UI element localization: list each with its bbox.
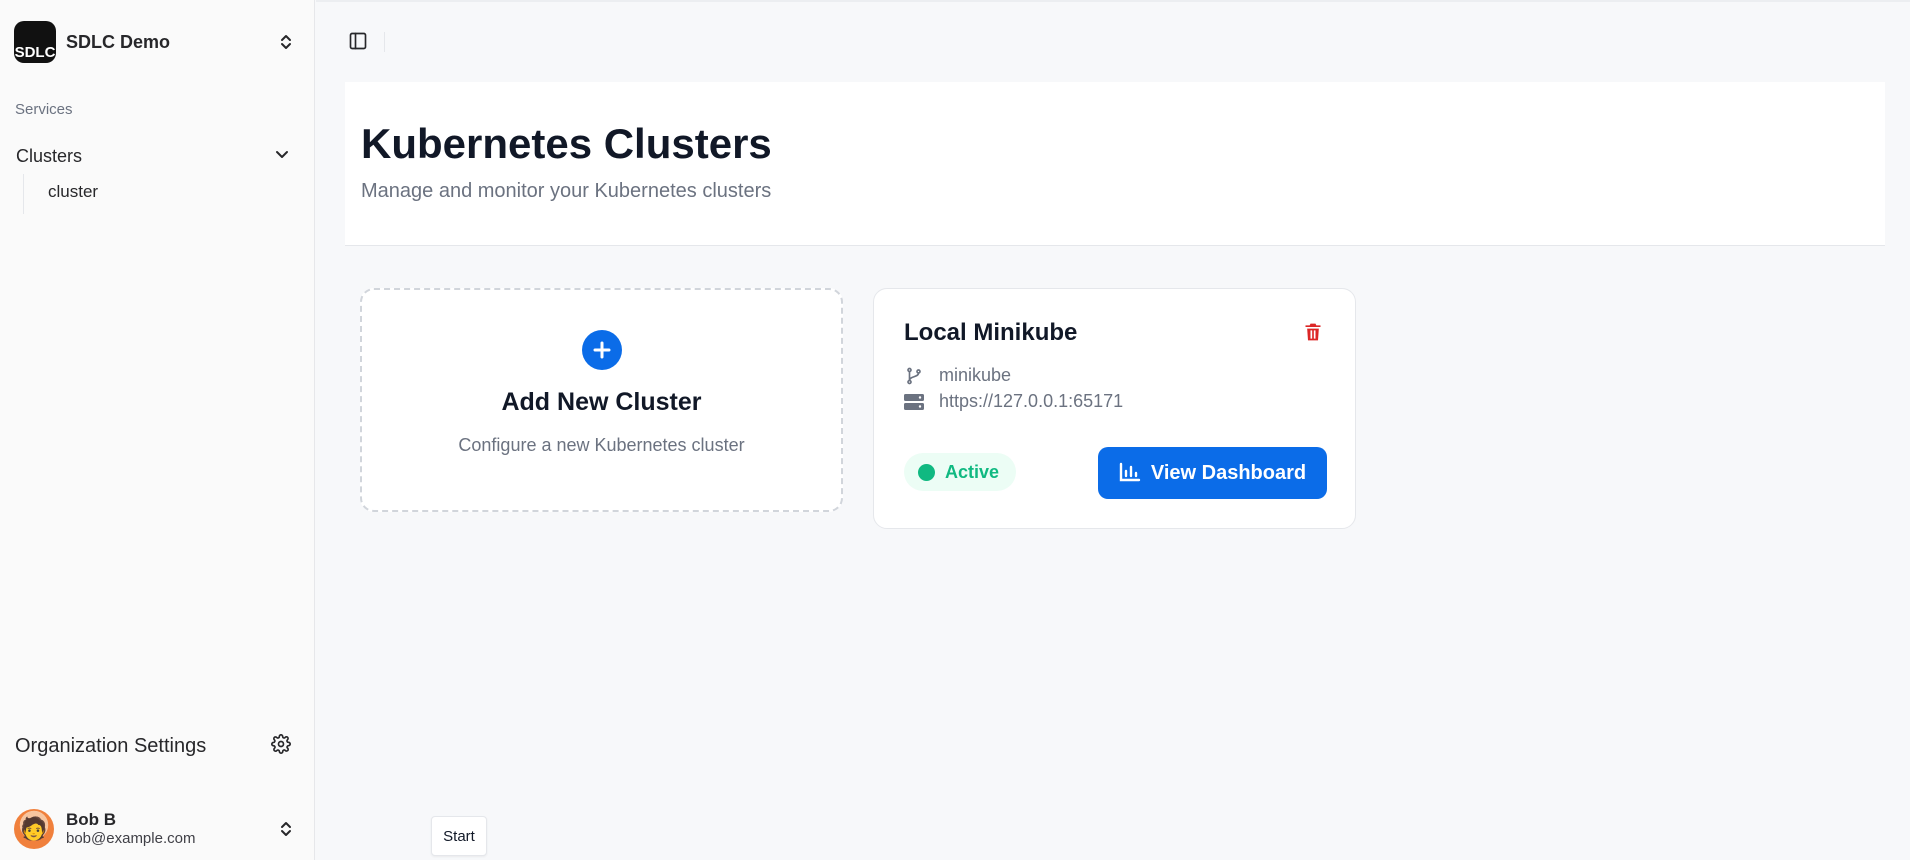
organization-settings-label: Organization Settings: [15, 734, 207, 757]
cluster-name: Local Minikube: [904, 319, 1078, 346]
bar-chart-icon: [1119, 462, 1141, 485]
chevron-down-icon: [274, 146, 290, 167]
cluster-server-row: https://127.0.0.1:65171: [904, 391, 1123, 412]
plus-circle-icon: [581, 330, 622, 370]
panel-left-icon: [348, 31, 368, 56]
avatar: 🧑: [14, 809, 54, 849]
page-subtitle: Manage and monitor your Kubernetes clust…: [361, 180, 772, 202]
user-menu[interactable]: 🧑 Bob B bob@example.com: [14, 808, 298, 850]
sidebar: SDLC SDLC Demo Services Clusters cluster…: [0, 0, 315, 860]
add-cluster-card[interactable]: Add New Cluster Configure a new Kubernet…: [360, 288, 843, 512]
org-switcher[interactable]: SDLC SDLC Demo: [14, 20, 298, 64]
cluster-server: https://127.0.0.1:65171: [939, 391, 1124, 411]
user-email: bob@example.com: [66, 830, 196, 848]
cluster-context: minikube: [939, 365, 1012, 385]
cluster-context-row: minikube: [904, 365, 1011, 386]
sidebar-toggle-button[interactable]: [344, 29, 372, 57]
add-cluster-description: Configure a new Kubernetes cluster: [458, 435, 745, 455]
user-info: Bob B bob@example.com: [66, 810, 274, 848]
status-dot: [918, 463, 935, 481]
server-icon: [904, 392, 924, 412]
view-dashboard-label: View Dashboard: [1150, 461, 1307, 484]
status-text: Active: [945, 461, 1000, 482]
section-label-services: Services: [15, 101, 73, 118]
organization-settings-link[interactable]: Organization Settings: [8, 728, 298, 764]
status-badge: Active: [904, 453, 1016, 491]
page-title: Kubernetes Clusters: [361, 120, 772, 167]
nav-group-clusters[interactable]: Clusters: [8, 138, 298, 174]
trash-icon[interactable]: [1303, 321, 1327, 345]
org-logo-text: SDLC: [14, 44, 56, 61]
sidebar-item-cluster[interactable]: cluster: [32, 174, 272, 210]
git-branch-icon: [904, 366, 924, 386]
add-cluster-title: Add New Cluster: [501, 388, 702, 416]
nav-sub-list: cluster: [23, 174, 272, 214]
nav-group-label: Clusters: [16, 145, 83, 166]
org-name: SDLC Demo: [66, 31, 171, 52]
org-logo: SDLC: [14, 21, 56, 63]
view-dashboard-button[interactable]: View Dashboard: [1098, 447, 1327, 499]
chevrons-up-down-icon: [274, 30, 298, 54]
tooltip: Start: [431, 816, 487, 856]
user-name: Bob B: [66, 809, 117, 829]
top-border: [316, 0, 1910, 2]
cluster-card: Local Minikube minikube https://127.0.0.…: [873, 288, 1356, 529]
toolbar-separator: [384, 32, 385, 52]
chevrons-up-down-icon: [274, 817, 298, 841]
page-header: Kubernetes Clusters Manage and monitor y…: [345, 82, 1885, 246]
gear-icon: [271, 733, 291, 759]
